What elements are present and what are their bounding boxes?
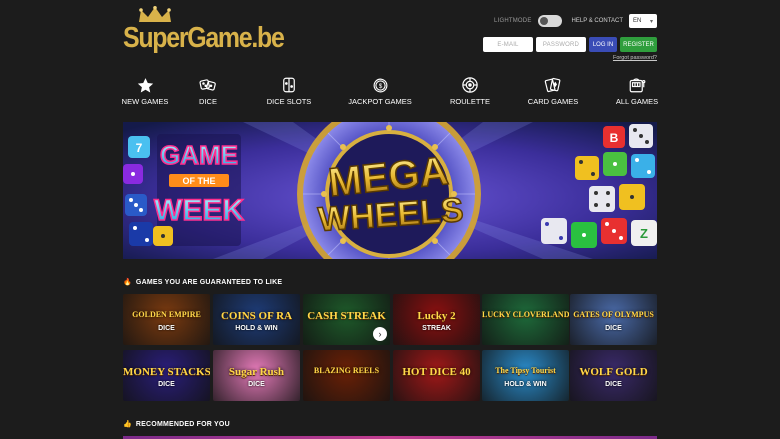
- game-tile-title: CASH STREAK: [307, 310, 386, 322]
- email-field[interactable]: E-MAIL: [483, 37, 533, 52]
- login-row: E-MAIL PASSWORD LOG IN REGISTER: [483, 37, 657, 52]
- game-tile-title: GOLDEN EMPIRE: [132, 310, 201, 319]
- star-icon: [136, 76, 154, 94]
- game-tile[interactable]: MONEY STACKS DICE: [123, 350, 210, 401]
- game-tile-subtitle: HOLD & WIN: [504, 381, 547, 388]
- game-tile[interactable]: COINS OF RA HOLD & WIN: [213, 294, 300, 345]
- svg-text:7: 7: [136, 141, 143, 155]
- nav-label: ALL GAMES: [615, 97, 659, 106]
- banner-game-text: GAME: [160, 140, 238, 170]
- game-tile[interactable]: BLAZING REELS: [303, 350, 390, 401]
- page-container: SuperGame.be LIGHTMODE HELP & CONTACT EN…: [121, 0, 659, 439]
- banner-artwork: MEGA WHEELS GAME OF THE WEEK 7 B Z: [123, 122, 657, 259]
- lightmode-toggle[interactable]: [537, 15, 562, 27]
- category-nav: NEW GAMES DICE DICE SLOTS $ JACKPOT GAME…: [121, 76, 659, 110]
- flame-icon: 🔥: [123, 279, 132, 286]
- section-heading-guaranteed: 🔥 GAMES YOU ARE GUARANTEED TO LIKE: [123, 278, 283, 287]
- help-contact-link[interactable]: HELP & CONTACT: [572, 18, 623, 24]
- game-tile-subtitle: HOLD & WIN: [235, 325, 278, 332]
- top-bar: LIGHTMODE HELP & CONTACT EN ▾: [494, 12, 657, 30]
- roulette-icon: [461, 76, 479, 94]
- game-tile-subtitle: DICE: [605, 381, 622, 388]
- svg-text:B: B: [610, 131, 619, 145]
- carousel-next-button[interactable]: ›: [373, 327, 387, 341]
- forgot-password-link[interactable]: Forgot password?: [613, 55, 657, 61]
- game-tile[interactable]: The Tipsy Tourist HOLD & WIN: [482, 350, 569, 401]
- dice-slot-icon: [280, 76, 298, 94]
- nav-item-dice[interactable]: DICE: [199, 76, 217, 106]
- password-field[interactable]: PASSWORD: [536, 37, 586, 52]
- section-heading-recommended: 👍 RECOMMENDED FOR YOU: [123, 420, 230, 429]
- game-tile-subtitle: DICE: [158, 381, 175, 388]
- nav-label: JACKPOT GAMES: [348, 97, 412, 106]
- nav-item-roulette[interactable]: ROULETTE: [450, 76, 491, 106]
- game-tile-title: LUCKY CLOVERLAND: [482, 310, 569, 319]
- dice-icon: [199, 76, 217, 94]
- logo[interactable]: SuperGame.be: [123, 6, 285, 56]
- games-grid: GOLDEN EMPIRE DICE COINS OF RA HOLD & WIN CA…: [123, 294, 657, 402]
- game-tile[interactable]: WOLF GOLD DICE: [570, 350, 657, 401]
- banner-week-text: WEEK: [154, 194, 244, 227]
- game-tile[interactable]: Lucky 2 STREAK: [393, 294, 480, 345]
- game-tile[interactable]: GATES OF OLYMPUS DICE: [570, 294, 657, 345]
- game-tile-title: MONEY STACKS: [123, 366, 210, 378]
- jackpot-coin-icon: $: [371, 76, 389, 94]
- game-tile-subtitle: DICE: [605, 325, 622, 332]
- game-tile-subtitle: STREAK: [422, 325, 451, 332]
- nav-item-new-games[interactable]: NEW GAMES: [121, 76, 169, 106]
- game-tile-title: GATES OF OLYMPUS: [573, 310, 654, 319]
- thumbs-up-icon: 👍: [123, 421, 132, 428]
- game-tile[interactable]: HOT DICE 40: [393, 350, 480, 401]
- game-tile-title: The Tipsy Tourist: [495, 366, 556, 375]
- game-tile-title: Lucky 2: [417, 310, 456, 322]
- cards-icon: [544, 76, 562, 94]
- game-tile[interactable]: GOLDEN EMPIRE DICE: [123, 294, 210, 345]
- nav-label: NEW GAMES: [121, 97, 169, 106]
- game-tile-subtitle: DICE: [158, 325, 175, 332]
- slot-machine-icon: [628, 76, 646, 94]
- game-tile-title: Sugar Rush: [228, 366, 285, 378]
- nav-item-all-games[interactable]: ALL GAMES: [615, 76, 659, 106]
- nav-item-jackpot-games[interactable]: $ JACKPOT GAMES: [348, 76, 412, 106]
- banner-of-the-text: OF THE: [183, 176, 216, 186]
- game-tile-title: COINS OF RA: [220, 310, 293, 322]
- nav-item-card-games[interactable]: CARD GAMES: [527, 76, 579, 106]
- login-button[interactable]: LOG IN: [589, 37, 617, 52]
- nav-label: CARD GAMES: [527, 97, 579, 106]
- game-tile-title: HOT DICE 40: [402, 366, 471, 378]
- register-button[interactable]: REGISTER: [620, 37, 657, 52]
- lightmode-label: LIGHTMODE: [494, 18, 532, 24]
- game-tile-subtitle: DICE: [248, 381, 265, 388]
- game-tile[interactable]: Sugar Rush DICE: [213, 350, 300, 401]
- language-value: EN: [633, 18, 642, 24]
- nav-label: DICE: [199, 97, 217, 106]
- nav-item-dice-slots[interactable]: DICE SLOTS: [266, 76, 312, 106]
- svg-text:$: $: [378, 82, 382, 89]
- chevron-down-icon: ▾: [649, 18, 653, 25]
- nav-label: DICE SLOTS: [266, 97, 312, 106]
- game-tile-title: BLAZING REELS: [313, 366, 380, 375]
- game-of-the-week-banner[interactable]: MEGA WHEELS GAME OF THE WEEK 7 B Z: [123, 122, 657, 259]
- nav-label: ROULETTE: [450, 97, 491, 106]
- game-tile-title: WOLF GOLD: [579, 366, 648, 378]
- svg-text:Z: Z: [640, 226, 648, 241]
- game-tile[interactable]: LUCKY CLOVERLAND: [482, 294, 569, 345]
- chevron-right-icon: ›: [378, 329, 382, 339]
- language-select[interactable]: EN ▾: [629, 14, 657, 28]
- logo-text: SuperGame.be: [123, 22, 285, 54]
